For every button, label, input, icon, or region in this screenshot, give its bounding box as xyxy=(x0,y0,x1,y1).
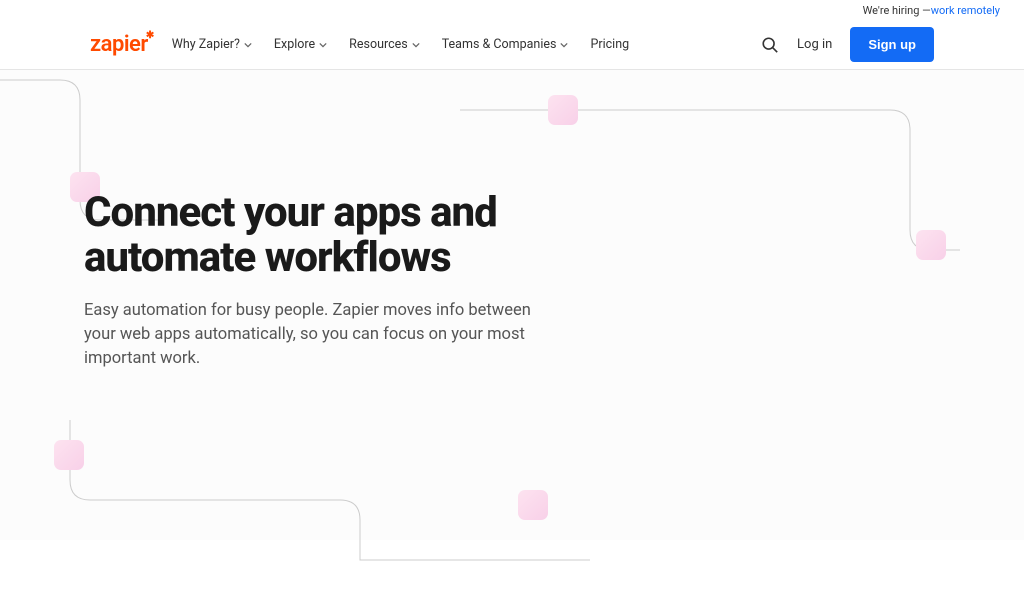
hiring-text: We're hiring — xyxy=(863,4,931,17)
nav-label: Explore xyxy=(274,37,315,52)
chevron-down-icon xyxy=(319,41,327,49)
nav-label: Why Zapier? xyxy=(172,37,240,52)
chevron-down-icon xyxy=(244,41,252,49)
decorative-square xyxy=(548,95,578,125)
nav-label: Pricing xyxy=(590,37,629,52)
hiring-banner: We're hiring — work remotely xyxy=(0,0,1024,20)
decorative-square xyxy=(518,490,548,520)
nav-explore[interactable]: Explore xyxy=(274,37,327,52)
search-icon[interactable] xyxy=(761,36,779,54)
chevron-down-icon xyxy=(560,41,568,49)
main-nav: Why Zapier? Explore Resources Teams & Co… xyxy=(172,37,761,52)
nav-teams-companies[interactable]: Teams & Companies xyxy=(442,37,569,52)
work-remotely-link[interactable]: work remotely xyxy=(931,4,1000,17)
hero-title: Connect your apps and automate workflows xyxy=(84,190,584,281)
nav-label: Resources xyxy=(349,37,408,52)
hero-section: Connect your apps and automate workflows… xyxy=(0,70,1024,540)
main-header: zapier✱ Why Zapier? Explore Resources Te… xyxy=(0,20,1024,70)
login-link[interactable]: Log in xyxy=(797,37,832,52)
nav-why-zapier[interactable]: Why Zapier? xyxy=(172,37,252,52)
decorative-square xyxy=(54,440,84,470)
hero-subtitle: Easy automation for busy people. Zapier … xyxy=(84,299,544,371)
logo-star-icon: ✱ xyxy=(146,30,154,41)
signup-button[interactable]: Sign up xyxy=(850,27,934,62)
nav-label: Teams & Companies xyxy=(442,37,557,52)
nav-resources[interactable]: Resources xyxy=(349,37,420,52)
nav-pricing[interactable]: Pricing xyxy=(590,37,629,52)
zapier-logo[interactable]: zapier✱ xyxy=(90,32,148,57)
chevron-down-icon xyxy=(412,41,420,49)
logo-text: zapier xyxy=(90,32,148,57)
